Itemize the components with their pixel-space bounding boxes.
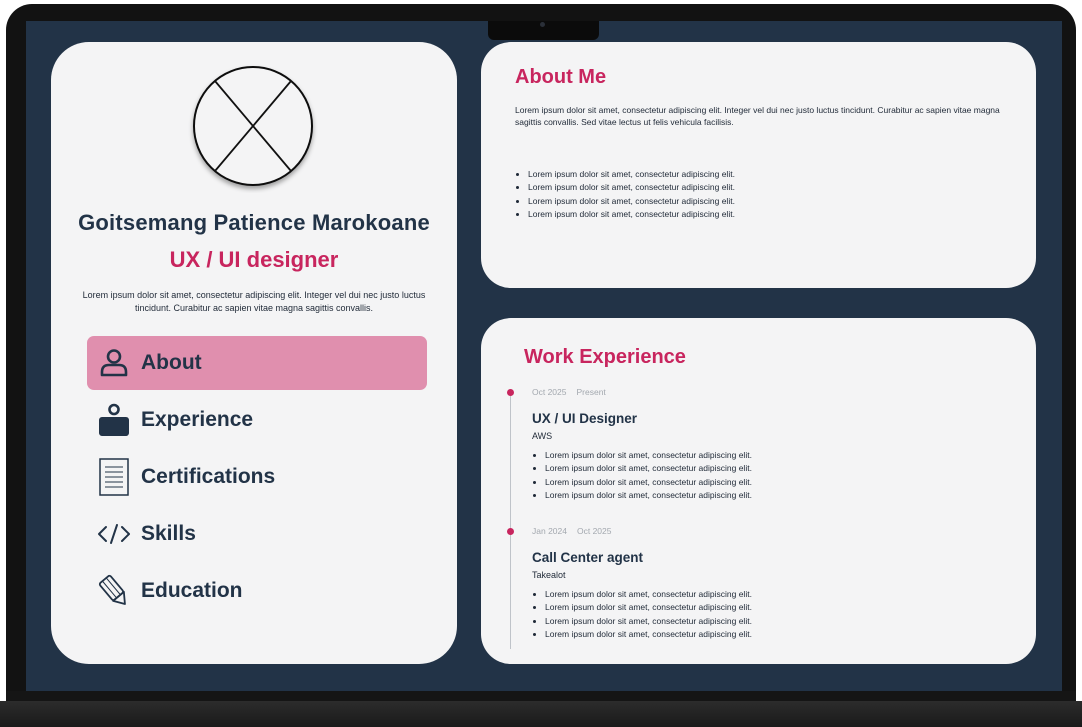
list-item: Lorem ipsum dolor sit amet, consectetur … (545, 476, 1012, 489)
timeline-dot (507, 389, 514, 396)
nav-label-about: About (141, 351, 202, 374)
code-icon (91, 516, 137, 552)
list-item: Lorem ipsum dolor sit amet, consectetur … (528, 208, 735, 221)
nav-label-skills: Skills (141, 522, 196, 545)
job-entry: Oct 2025 Present UX / UI Designer AWS Lor… (532, 387, 1012, 502)
work-title: Work Experience (524, 346, 686, 368)
job-start-date: Jan 2024 (532, 526, 567, 536)
job-bullets: Lorem ipsum dolor sit amet, consectetur … (532, 588, 1012, 641)
list-item: Lorem ipsum dolor sit amet, consectetur … (545, 615, 1012, 628)
pencil-icon (91, 573, 137, 609)
nav-item-skills[interactable]: Skills (87, 507, 427, 561)
list-item: Lorem ipsum dolor sit amet, consectetur … (545, 628, 1012, 641)
job-title: Call Center agent (532, 550, 644, 565)
list-item: Lorem ipsum dolor sit amet, consectetur … (545, 462, 1012, 475)
laptop-base (0, 701, 1082, 727)
job-end-date: Oct 2025 (576, 526, 612, 536)
list-item: Lorem ipsum dolor sit amet, consectetur … (528, 168, 735, 181)
job-bullets: Lorem ipsum dolor sit amet, consectetur … (532, 449, 1012, 502)
list-item: Lorem ipsum dolor sit amet, consectetur … (528, 181, 735, 194)
nav-item-certifications[interactable]: Certifications (87, 450, 427, 504)
list-item: Lorem ipsum dolor sit amet, consectetur … (528, 195, 735, 208)
about-card: About Me Lorem ipsum dolor sit amet, con… (481, 42, 1036, 288)
briefcase-person-icon (91, 402, 137, 438)
about-bullets: Lorem ipsum dolor sit amet, consectetur … (515, 168, 735, 221)
job-dates: Oct 2025 Present (532, 387, 1012, 401)
camera-icon (540, 22, 545, 27)
list-item: Lorem ipsum dolor sit amet, consectetur … (545, 449, 1012, 462)
work-card: Work Experience Oct 2025 Present UX / UI … (481, 318, 1036, 664)
job-company: AWS (532, 431, 553, 441)
profile-name: Goitsemang Patience Marokoane (78, 210, 430, 235)
job-end-date: Present (576, 387, 606, 397)
profile-card: Goitsemang Patience Marokoane UX / UI de… (51, 42, 457, 664)
nav-item-about[interactable]: About (87, 336, 427, 390)
job-company: Takealot (532, 570, 566, 580)
nav-label-experience: Experience (141, 408, 254, 431)
about-text: Lorem ipsum dolor sit amet, consectetur … (515, 105, 1000, 127)
list-item: Lorem ipsum dolor sit amet, consectetur … (545, 601, 1012, 614)
job-start-date: Oct 2025 (532, 387, 567, 397)
timeline-line (510, 394, 511, 649)
nav-label-education: Education (141, 579, 243, 602)
nav-item-experience[interactable]: Experience (87, 393, 427, 447)
laptop-hinge (6, 691, 1076, 701)
sidebar-nav: About Experience Certifications Skills E… (87, 336, 427, 621)
about-title: About Me (515, 66, 607, 88)
nav-item-education[interactable]: Education (87, 564, 427, 618)
document-icon (91, 458, 137, 496)
list-item: Lorem ipsum dolor sit amet, consectetur … (545, 489, 1012, 502)
person-icon (91, 345, 137, 381)
job-title: UX / UI Designer (532, 411, 638, 426)
avatar-placeholder-icon (193, 66, 313, 186)
camera-notch (488, 21, 599, 40)
nav-label-certifications: Certifications (141, 465, 276, 488)
job-entry: Jan 2024 Oct 2025 Call Center agent Takea… (532, 526, 1012, 641)
job-dates: Jan 2024 Oct 2025 (532, 526, 1012, 540)
profile-bio: Lorem ipsum dolor sit amet, consectetur … (82, 290, 426, 313)
list-item: Lorem ipsum dolor sit amet, consectetur … (545, 588, 1012, 601)
timeline-dot (507, 528, 514, 535)
profile-role: UX / UI designer (169, 247, 339, 272)
